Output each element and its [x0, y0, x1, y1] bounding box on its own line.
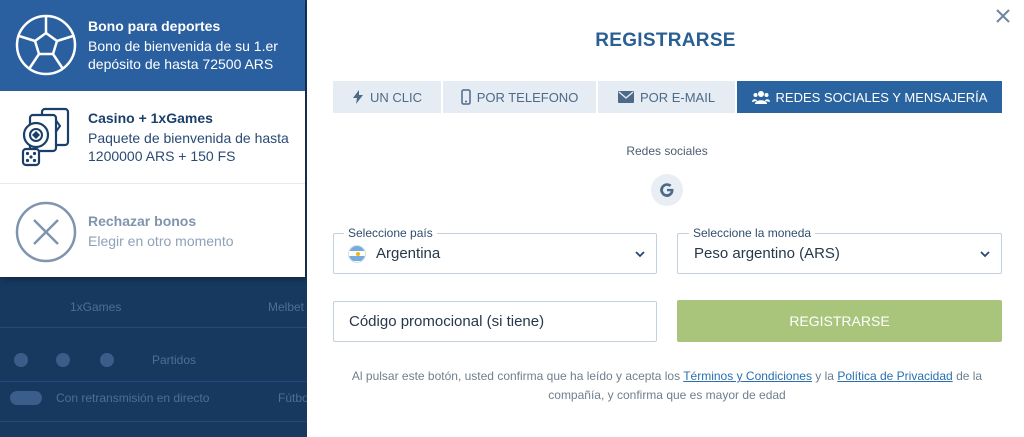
close-icon[interactable]	[993, 6, 1013, 26]
google-login-button[interactable]	[651, 174, 683, 206]
bonus-title: Casino + 1xGames	[88, 110, 213, 126]
chevron-down-icon	[635, 251, 645, 258]
tab-phone[interactable]: POR TELEFONO	[443, 81, 596, 113]
tab-one-click[interactable]: UN CLIC	[333, 81, 441, 113]
promo-code-input[interactable]	[333, 301, 657, 342]
bonus-option-sports[interactable]: Bono para deportes Bono de bienvenida de…	[0, 0, 305, 91]
bonus-title: Bono para deportes	[88, 18, 221, 34]
trophy-icon	[100, 353, 114, 367]
register-button[interactable]: REGISTRARSE	[677, 300, 1002, 342]
bg-row: Partidos	[0, 338, 310, 382]
tab-social-networks[interactable]: REDES SOCIALES Y MENSAJERÍA	[737, 81, 1002, 113]
bonus-description: Bono de bienvenida de su 1.er depósito d…	[88, 38, 278, 72]
bg-row: Con retransmisión en directo Fútbol	[0, 378, 310, 422]
cards-dice-icon	[21, 107, 70, 167]
bg-text: Partidos	[152, 353, 197, 367]
chevron-down-icon	[980, 251, 990, 258]
country-label: Seleccione país	[344, 226, 437, 240]
bg-icon	[56, 353, 70, 367]
tab-label: UN CLIC	[369, 89, 422, 105]
tab-label: POR E-MAIL	[639, 89, 716, 105]
tab-email[interactable]: POR E-MAIL	[598, 81, 735, 113]
home-icon	[14, 353, 28, 367]
bonus-description: Paquete de bienvenida de hasta 1200000 A…	[88, 130, 289, 164]
terms-text: Al pulsar este botón, usted confirma que…	[351, 369, 681, 383]
bonus-title: Rechazar bonos	[88, 213, 197, 229]
modal-title: REGISTRARSE	[595, 30, 736, 51]
privacy-policy-link[interactable]: Política de Privacidad	[837, 369, 952, 383]
argentina-flag-icon	[348, 244, 366, 263]
soccer-ball-icon	[15, 14, 77, 76]
bonus-option-reject[interactable]: Rechazar bonos Elegir en otro momento	[0, 184, 305, 277]
currency-label: Seleccione la moneda	[689, 226, 816, 240]
registration-tabs: UN CLIC POR TELEFONO POR E-MAIL REDES SO…	[333, 81, 1002, 113]
terms-notice: Al pulsar este botón, usted confirma que…	[337, 367, 997, 405]
country-value: Argentina	[376, 245, 441, 262]
terms-text: y la	[815, 369, 834, 383]
toggle-icon	[10, 391, 42, 405]
bonus-description: Elegir en otro momento	[88, 233, 234, 249]
bg-text: Melbet	[268, 300, 305, 314]
bonus-panel: Bono para deportes Bono de bienvenida de…	[0, 0, 305, 277]
tab-label: REDES SOCIALES Y MENSAJERÍA	[775, 89, 988, 105]
tab-label: POR TELEFONO	[476, 89, 579, 105]
bg-text: Fútbol	[278, 391, 310, 405]
bonus-option-casino[interactable]: Casino + 1xGames Paquete de bienvenida d…	[0, 91, 305, 184]
bg-row: 1xGames Melbet	[0, 284, 310, 328]
phone-icon	[460, 89, 471, 105]
bg-text: 1xGames	[70, 300, 122, 314]
lightning-icon	[352, 90, 363, 104]
envelope-icon	[617, 91, 634, 103]
social-networks-label: Redes sociales	[626, 144, 708, 158]
terms-conditions-link[interactable]: Términos y Condiciones	[683, 369, 812, 383]
currency-value: Peso argentino (ARS)	[694, 245, 840, 262]
users-icon	[751, 91, 770, 104]
close-circle-icon	[15, 201, 77, 263]
google-icon	[660, 183, 674, 197]
bg-text: Con retransmisión en directo	[56, 391, 210, 405]
